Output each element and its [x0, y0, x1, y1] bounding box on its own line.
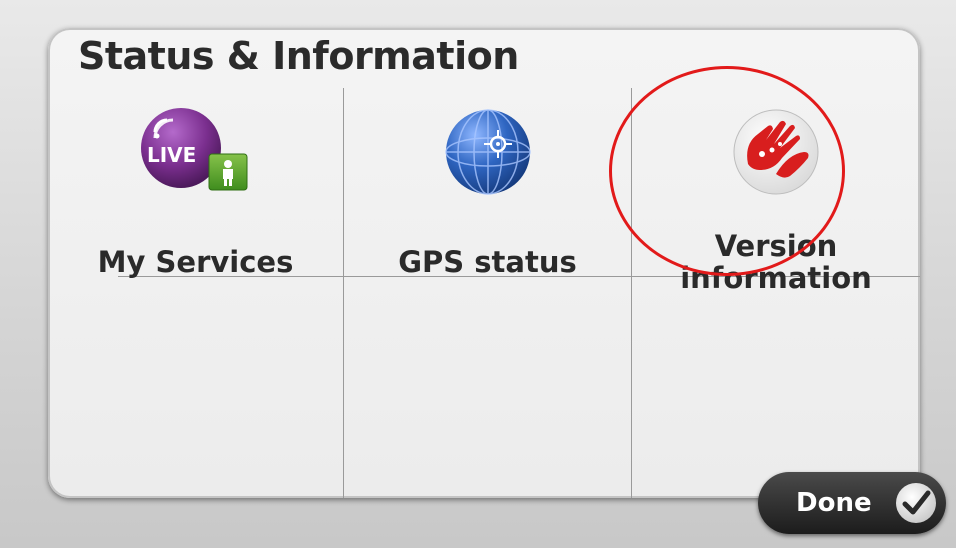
status-information-panel: Status & Information LIVE My Services GP… — [48, 28, 920, 498]
empty-slot-2 — [344, 277, 631, 498]
empty-slot-3 — [632, 277, 920, 498]
page-title: Status & Information — [78, 34, 519, 78]
version-information-label-line1: Version — [714, 229, 838, 263]
version-information-button[interactable]: Version information — [632, 88, 920, 294]
gps-status-label: GPS status — [398, 245, 577, 279]
done-button[interactable]: Done — [758, 472, 946, 534]
live-services-icon: LIVE — [131, 104, 261, 198]
navigation-screen: Status & Information LIVE My Services GP… — [0, 0, 956, 548]
gps-status-button[interactable]: GPS status — [344, 88, 631, 279]
gps-globe-icon — [440, 104, 536, 204]
checkmark-icon — [894, 481, 938, 525]
empty-slot-1 — [48, 277, 343, 498]
done-button-label: Done — [796, 488, 872, 518]
svg-text:LIVE: LIVE — [147, 143, 196, 167]
my-services-button[interactable]: LIVE My Services — [48, 88, 343, 279]
tomtom-hand-logo-icon — [728, 104, 824, 204]
my-services-label: My Services — [97, 245, 294, 279]
